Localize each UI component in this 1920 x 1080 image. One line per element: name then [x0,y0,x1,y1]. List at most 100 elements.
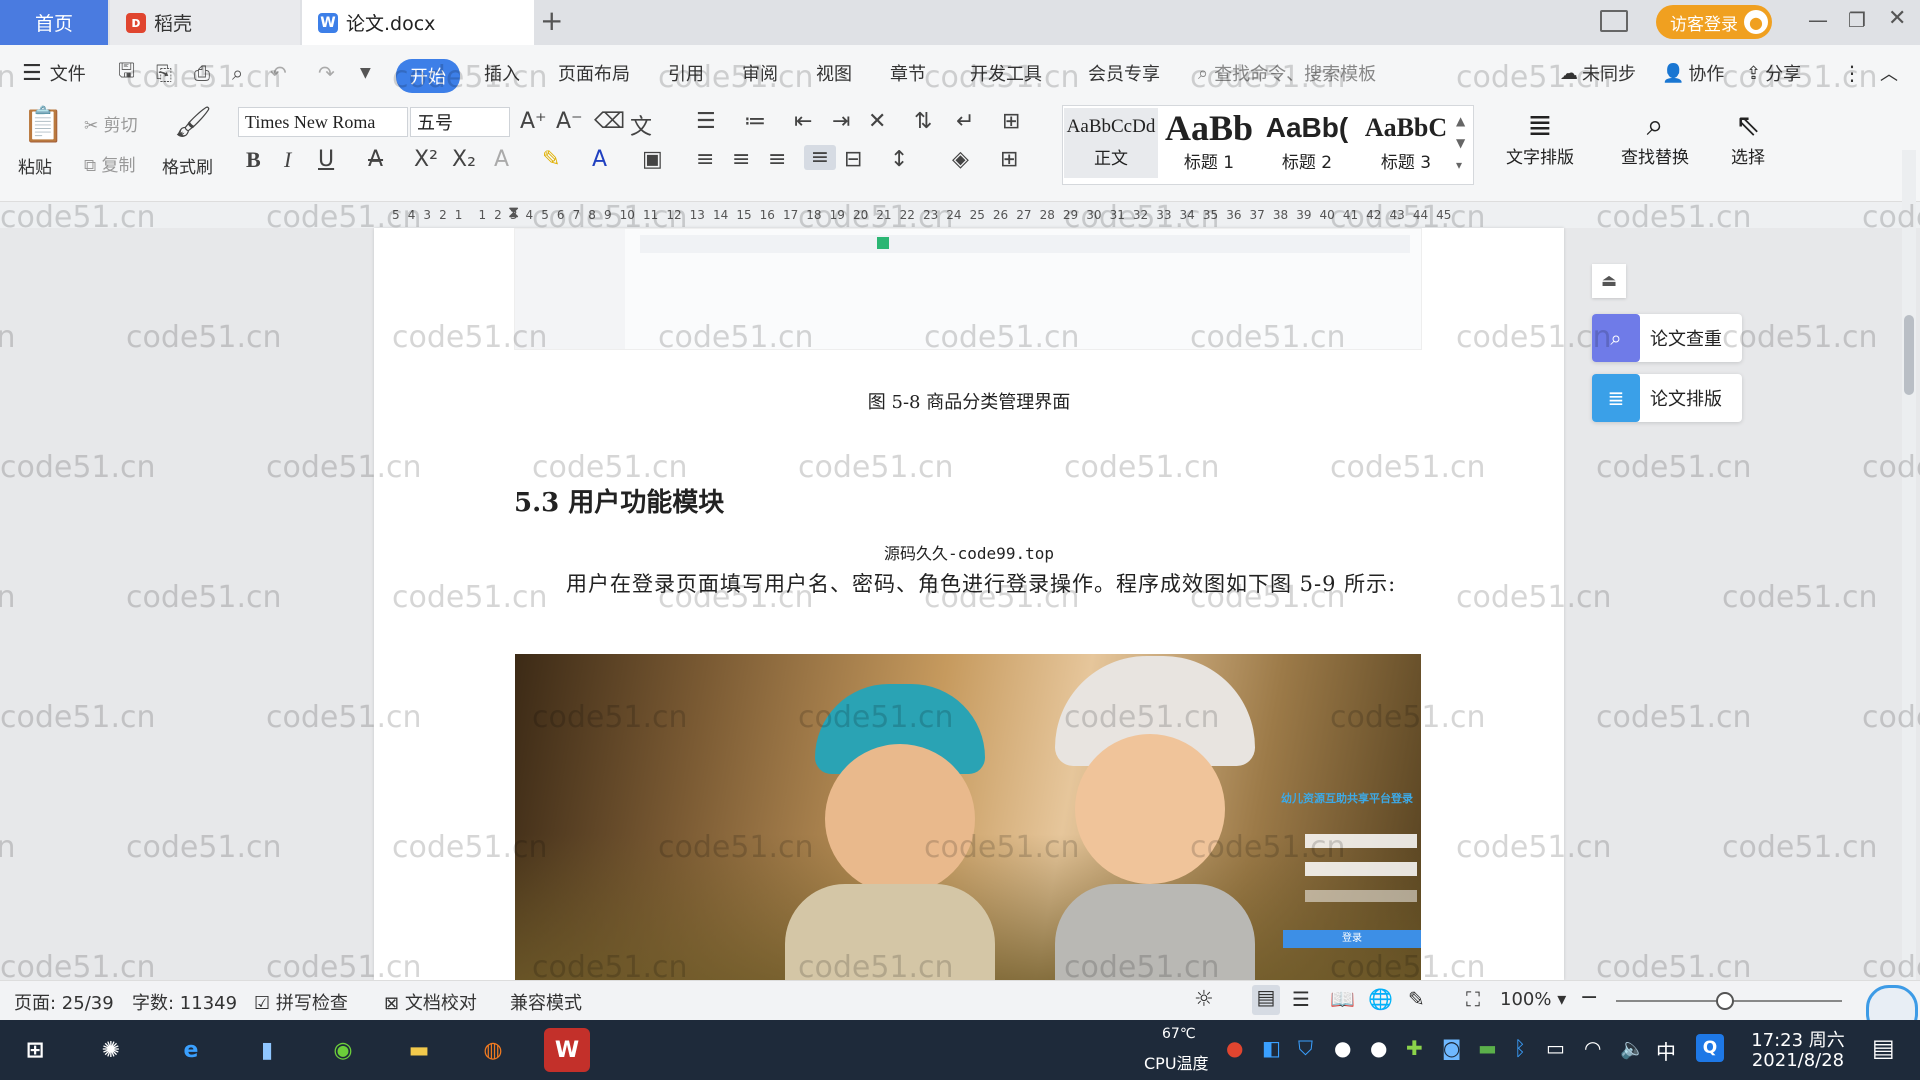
underline-icon[interactable]: U [318,147,334,172]
eye-protect-icon[interactable]: ☼ [1194,987,1214,1012]
format-painter-button[interactable]: 格式刷 [162,153,213,178]
style-heading-1[interactable]: AaBb 标题 1 [1162,108,1256,178]
chinese-layout-icon[interactable]: ✕ [868,109,886,134]
proofread-button[interactable]: ⊠ 文档校对 [384,989,477,1015]
shading-icon[interactable]: ◈ [952,147,969,172]
tab-chapter[interactable]: 章节 [890,45,926,101]
print-icon[interactable]: ⎙ [194,45,210,101]
strikethrough-icon[interactable]: A [368,147,383,172]
battery-icon[interactable]: ▭ [1546,1036,1565,1060]
collapse-panel-icon[interactable]: ⏏ [1592,264,1626,298]
format-painter-icon[interactable]: 🖌 [174,105,212,140]
folder-icon[interactable]: ▬ [396,1028,442,1072]
char-border-icon[interactable]: ▣ [642,147,663,172]
start-icon[interactable]: ⊞ [12,1028,58,1072]
paste-button[interactable]: 粘贴 [18,153,52,178]
distributed-icon[interactable]: ⊟ [844,147,862,172]
word-count[interactable]: 字数: 11349 [132,989,237,1015]
zoom-select[interactable]: 100% ▾ [1500,989,1566,1010]
find-replace-button[interactable]: ⌕ 查找替换 [1610,108,1700,168]
select-button[interactable]: ⇖ 选择 [1718,108,1778,168]
style-scroll-icon[interactable]: ▲ ▼ ▾ [1456,110,1465,176]
bullet-list-icon[interactable]: ☰ [696,109,716,134]
print-preview-icon[interactable]: ⌕ [232,45,243,101]
copy-button[interactable]: ⧉ 复制 [84,151,136,176]
more-icon[interactable]: ⋮ [1842,45,1862,101]
write-view-icon[interactable]: ✎ [1408,987,1425,1011]
numbered-list-icon[interactable]: ≔ [744,109,766,134]
tab-stops-icon[interactable]: ⊞ [1002,109,1020,134]
tab-daoke[interactable]: ᴅ 稻壳 [110,0,300,45]
quick-access-dropdown-icon[interactable]: ▼ [360,45,371,101]
scrollbar-thumb[interactable] [1904,315,1914,395]
vertical-scrollbar[interactable] [1902,150,1916,980]
tab-document[interactable]: W 论文.docx [302,0,534,45]
tab-view[interactable]: 视图 [816,45,852,101]
new-tab-button[interactable]: + [540,4,563,37]
tab-home[interactable]: 首页 [0,0,108,45]
increase-indent-icon[interactable]: ⇥ [832,109,850,134]
plus-app-icon[interactable]: ✚ [1406,1036,1423,1060]
font-size-select[interactable]: 五号 [410,107,510,137]
paper-layout-button[interactable]: ≣ 论文排版 [1592,374,1742,422]
file-menu[interactable]: ☰ 文件 [22,45,86,101]
close-icon[interactable]: ✕ [1888,6,1906,31]
justify-icon[interactable]: ≡ [804,145,836,170]
align-center-icon[interactable]: ≡ [732,147,750,172]
page-view-icon[interactable]: ▤ [1252,985,1280,1015]
sort-icon[interactable]: ⇅ [914,109,932,134]
highlight-icon[interactable]: ✎ [542,147,560,172]
tab-page-layout[interactable]: 页面布局 [558,45,630,101]
ime-indicator[interactable]: 中 [1656,1036,1676,1065]
qq-icon-2[interactable]: ● [1370,1036,1387,1060]
save-icon[interactable]: 🖫 [118,45,135,101]
notebook-app-icon[interactable]: ▮ [244,1028,290,1072]
style-heading-3[interactable]: AaBbC 标题 3 [1356,108,1456,178]
clock-date[interactable]: 2021/8/28 [1748,1050,1848,1071]
fit-page-icon[interactable]: ⛶ [1466,987,1480,1011]
tab-references[interactable]: 引用 [668,45,704,101]
align-left-icon[interactable]: ≡ [696,147,714,172]
volume-icon[interactable]: 🔈 [1620,1036,1645,1060]
tab-insert[interactable]: 插入 [484,45,520,101]
notification-icon[interactable]: ▤ [1872,1034,1895,1062]
undo-icon[interactable]: ↶ [270,45,287,101]
wps-icon[interactable]: W [544,1028,590,1072]
superscript-icon[interactable]: X² [414,147,438,172]
style-heading-2[interactable]: AaBb( 标题 2 [1260,108,1354,178]
zoom-slider-handle[interactable] [1716,992,1734,1010]
gpu-icon[interactable]: ▬ [1478,1036,1497,1060]
text-effect-icon[interactable]: A [494,147,509,172]
export-icon[interactable]: ⎘ [156,45,172,101]
layout-icon[interactable] [1600,10,1628,32]
tab-start[interactable]: 开始 [396,59,460,93]
grow-font-icon[interactable]: A⁺ [520,109,547,134]
indent-marker-icon[interactable]: ⧗ [508,202,519,222]
browser-360-icon[interactable]: ◉ [320,1028,366,1072]
font-color-icon[interactable]: A [592,147,607,172]
ie-icon[interactable]: e [168,1028,214,1072]
shield-icon[interactable]: ⛉ [1298,1036,1313,1060]
text-layout-button[interactable]: ≣ 文字排版 [1500,108,1580,168]
web-view-icon[interactable]: 🌐 [1368,987,1393,1011]
show-marks-icon[interactable]: ↵ [956,109,974,134]
outline-view-icon[interactable]: ☰ [1292,987,1310,1011]
document-page[interactable]: 图 5-8 商品分类管理界面 5.3 用户功能模块 源码久久-code99.to… [374,228,1564,980]
style-normal[interactable]: AaBbCcDd 正文 [1064,108,1158,178]
tab-developer[interactable]: 开发工具 [970,45,1042,101]
tray-q-icon[interactable]: Q [1696,1034,1724,1062]
reading-view-icon[interactable]: 📖 [1330,987,1355,1011]
tab-member[interactable]: 会员专享 [1088,45,1160,101]
wifi-icon[interactable]: ◠ [1584,1036,1601,1060]
shrink-font-icon[interactable]: A⁻ [556,109,583,134]
command-search[interactable]: ⌕ 查找命令、搜索模板 [1198,45,1376,101]
tray-network-app-icon[interactable]: ◧ [1262,1036,1281,1060]
share-button[interactable]: ⇪ 分享 [1746,45,1801,101]
font-family-select[interactable]: Times New Roma [238,107,408,137]
clock-time[interactable]: 17:23 周六 [1748,1026,1848,1052]
page-indicator[interactable]: 页面: 25/39 [14,989,114,1015]
zoom-slider[interactable] [1616,992,1842,1010]
paste-icon[interactable]: 📋 [22,105,64,145]
tab-review[interactable]: 审阅 [742,45,778,101]
pinwheel-app-icon[interactable]: ✺ [88,1028,134,1072]
